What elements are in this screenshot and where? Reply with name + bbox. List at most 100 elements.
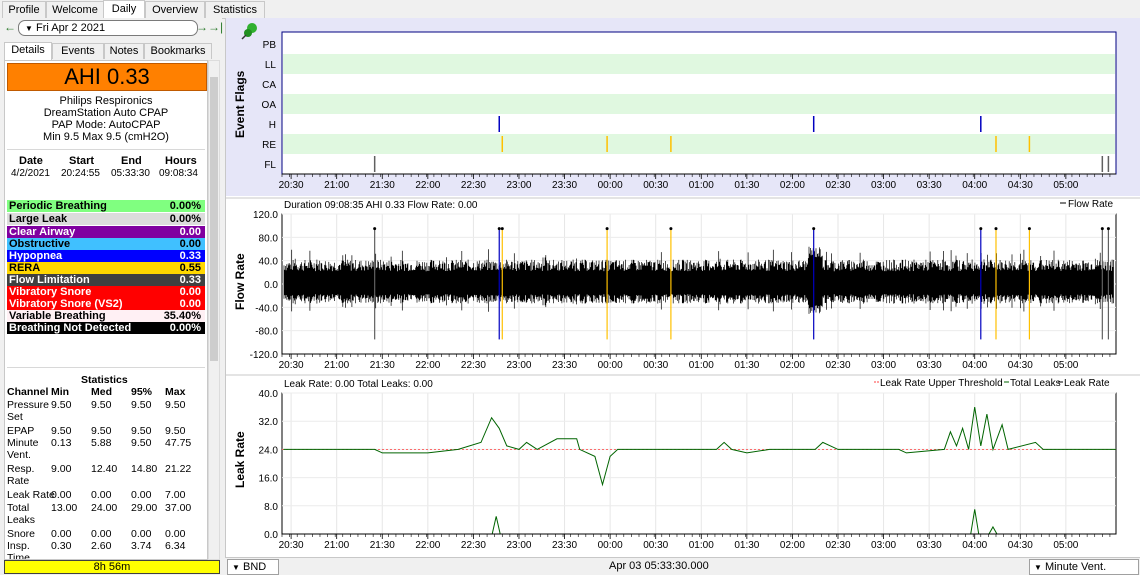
stat-med: 9.50 [91,399,112,411]
bnd-dropdown[interactable]: ▼ BND [227,559,279,575]
event-row-variable-breathing[interactable]: Variable Breathing 35.40% [7,310,205,322]
subtab-notes[interactable]: Notes [104,43,144,59]
event-row-large-leak[interactable]: Large Leak 0.00% [7,213,205,225]
left-panel: ← ▼ Fri Apr 2 2021 → →| Details Events N… [0,18,223,574]
session-header-end: End [121,155,142,167]
stat-min: 0.30 [51,540,72,552]
flow-rate-info: Duration 09:08:35 AHI 0.33 Flow Rate: 0.… [284,200,478,211]
flow-event-dot [812,227,816,231]
stat-channel-name: Snore [7,528,36,540]
scrollbar-thumb[interactable] [210,77,218,361]
event-value: 0.00 [179,238,201,250]
time-tick-label: 00:00 [598,360,623,371]
channel-dropdown[interactable]: ▼ Minute Vent. [1029,559,1139,575]
time-tick-label: 00:30 [643,540,668,551]
stat-med: 12.40 [91,463,118,475]
time-tick-label: 23:30 [552,540,577,551]
stat-p95: 3.74 [131,540,152,552]
pap-mode: PAP Mode: AutoCPAP [51,119,161,131]
tab-overview[interactable]: Overview [145,1,205,18]
time-tick-label: 21:30 [370,360,395,371]
previous-day-arrow-icon[interactable]: ← [4,20,16,34]
time-tick-label: 02:00 [780,360,805,371]
tab-profile[interactable]: Profile [2,1,46,18]
flow-rate-ytick: 120.0 [253,210,278,221]
time-tick-label: 00:00 [598,540,623,551]
date-navigator: ← ▼ Fri Apr 2 2021 → →| [4,20,223,36]
duration-bar: 8h 56m [4,560,220,574]
event-row-flow-limitation[interactable]: Flow Limitation 0.33 [7,274,205,286]
dropdown-triangle-icon: ▼ [232,563,240,572]
last-day-arrow-icon[interactable]: →| [208,20,223,34]
subtab-details[interactable]: Details [4,42,52,60]
event-row-periodic-breathing[interactable]: Periodic Breathing 0.00% [7,200,205,212]
leak-rate-ytick: 0.0 [264,530,278,541]
time-tick-label: 03:30 [917,360,942,371]
event-value: 0.33 [179,250,201,262]
flow-rate-ytick: -80.0 [255,327,278,338]
time-tick-label: 00:30 [643,360,668,371]
divider [7,367,205,368]
subtab-bookmarks[interactable]: Bookmarks [144,43,212,59]
tab-daily[interactable]: Daily [103,0,145,19]
time-tick-label: 23:30 [552,180,577,191]
time-tick-label: 22:00 [415,540,440,551]
stat-channel-name: Insp. [7,540,30,552]
time-tick-label: 02:30 [825,540,850,551]
event-name: Variable Breathing [9,310,106,322]
time-tick-label: 23:00 [506,360,531,371]
next-day-arrow-icon[interactable]: → [196,20,208,34]
event-flags-panel: Event Flags PB LL CA OA H RE FL [226,18,1140,196]
flag-row-label-h: H [269,120,276,131]
event-name: Large Leak [9,213,68,225]
stat-p95: 0.00 [131,528,152,540]
date-selector[interactable]: ▼ Fri Apr 2 2021 [18,20,198,36]
flag-row-label-pb: PB [263,40,277,51]
event-row-rera[interactable]: RERA 0.55 [7,262,205,274]
time-tick-label: 00:30 [643,180,668,191]
leak-rate-ytick: 24.0 [259,445,279,456]
stat-max: 0.00 [165,528,186,540]
time-tick-label: 21:30 [370,180,395,191]
event-name: Hypopnea [9,250,63,262]
event-row-vibratory-snore[interactable]: Vibratory Snore 0.00 [7,286,205,298]
stat-max: 47.75 [165,437,192,449]
time-tick-label: 02:30 [825,360,850,371]
event-value: 0.33 [179,274,201,286]
event-row-vibratory-snore-vs2[interactable]: Vibratory Snore (VS2) 0.00 [7,298,205,310]
time-tick-label: 01:30 [734,540,759,551]
stat-min: 9.50 [51,425,72,437]
session-header-date: Date [19,155,43,167]
event-name: Vibratory Snore (VS2) [9,298,123,310]
tab-welcome[interactable]: Welcome [46,1,104,18]
event-flags-ylabel: Event Flags [233,70,247,138]
time-tick-label: 03:00 [871,540,896,551]
flow-rate-ytick: -120.0 [250,350,279,361]
leak-rate-plot [281,392,1117,535]
event-row-breathing-not-detected[interactable]: Breathing Not Detected 0.00% [7,322,205,334]
stat-max: 9.50 [165,399,186,411]
detail-subtab-bar: Details Events Notes Bookmarks [4,42,218,60]
event-value: 0.00% [169,322,201,334]
event-value: 0.00% [169,200,201,212]
stat-p95: 0.00 [131,489,152,501]
time-tick-label: 22:30 [461,180,486,191]
flag-row-label-re: RE [262,140,276,151]
divider [7,149,205,150]
stat-p95: 9.50 [131,399,152,411]
tab-statistics[interactable]: Statistics [205,1,265,18]
flow-event-dot [994,227,998,231]
session-header-hours: Hours [165,155,197,167]
event-row-hypopnea[interactable]: Hypopnea 0.33 [7,250,205,262]
subtab-events[interactable]: Events [52,43,104,59]
time-tick-label: 21:00 [324,360,349,371]
session-date: 4/2/2021 [11,168,50,179]
event-row-clear-airway[interactable]: Clear Airway 0.00 [7,226,205,238]
leak-legend-item: Leak Rate [1064,378,1110,389]
leak-rate-time-axis: 20:30 21:00 21:30 22:00 22:30 23:00 23:30 00:00… [279,533,1116,551]
device-model: DreamStation Auto CPAP [43,107,169,119]
details-scrollbar[interactable] [208,60,220,560]
time-tick-label: 23:30 [552,360,577,371]
event-row-obstructive[interactable]: Obstructive 0.00 [7,238,205,250]
date-value: Fri Apr 2 2021 [35,22,106,34]
